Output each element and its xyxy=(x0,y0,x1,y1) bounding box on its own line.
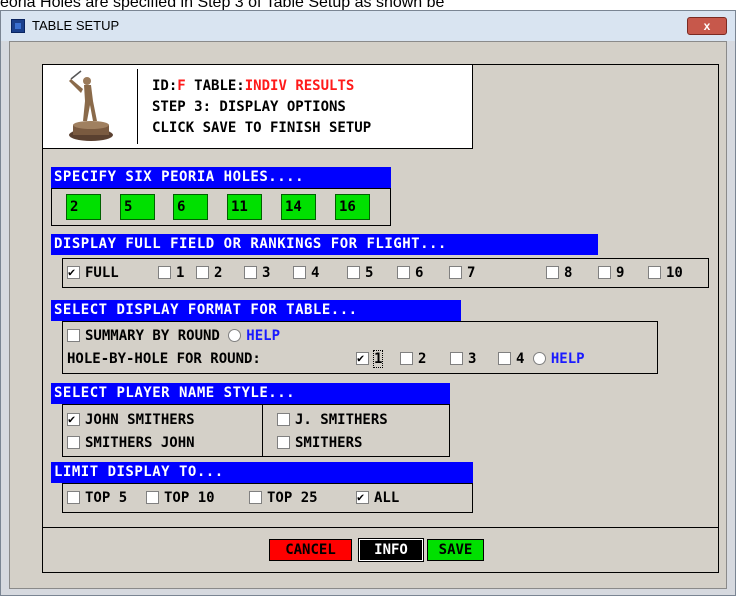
help2-radio[interactable] xyxy=(532,352,546,365)
checkbox-round-2[interactable] xyxy=(400,352,413,365)
limit-option-top-5[interactable]: TOP 5 xyxy=(67,489,127,507)
header-text: ID:F TABLE:INDIV RESULTS STEP 3: DISPLAY… xyxy=(152,76,371,139)
checkbox-smithers[interactable] xyxy=(277,436,290,449)
checkbox-round-1[interactable] xyxy=(356,349,369,367)
save-button[interactable]: SAVE xyxy=(427,539,484,561)
checkbox-top-10[interactable] xyxy=(146,491,159,504)
close-button[interactable]: x xyxy=(687,17,727,35)
window-title: TABLE SETUP xyxy=(32,18,120,33)
name-option-smithers[interactable]: SMITHERS xyxy=(277,434,362,452)
help-link[interactable]: HELP xyxy=(246,328,280,344)
option-full[interactable]: FULL xyxy=(67,263,119,282)
step-line: STEP 3: DISPLAY OPTIONS xyxy=(152,99,346,115)
title-bar[interactable]: TABLE SETUP x xyxy=(1,11,735,41)
option-flight-9[interactable]: 9 xyxy=(598,264,624,282)
limit-option-all[interactable]: ALL xyxy=(356,488,399,507)
option-flight-4[interactable]: 4 xyxy=(293,264,319,282)
option-flight-1[interactable]: 1 xyxy=(158,264,184,282)
name-option-j-smithers[interactable]: J. SMITHERS xyxy=(277,411,388,429)
option-flight-5[interactable]: 5 xyxy=(347,264,373,282)
limit-option-top-10[interactable]: TOP 10 xyxy=(146,489,215,507)
checkbox-flight-5[interactable] xyxy=(347,266,360,279)
checkbox-flight-8[interactable] xyxy=(546,266,559,279)
checkbox-flight-2[interactable] xyxy=(196,266,209,279)
flight-heading: DISPLAY FULL FIELD OR RANKINGS FOR FLIGH… xyxy=(51,234,598,255)
round-3-option[interactable]: 3 xyxy=(450,350,476,368)
table-id: F xyxy=(177,78,186,94)
peoria-hole-3[interactable]: 6 xyxy=(173,194,208,220)
summary-option[interactable]: SUMMARY BY ROUND HELP xyxy=(67,327,280,345)
checkbox-all[interactable] xyxy=(356,488,369,506)
app-icon xyxy=(11,19,25,33)
option-flight-6[interactable]: 6 xyxy=(397,264,423,282)
header-id-line: ID:F TABLE:INDIV RESULTS xyxy=(152,78,355,94)
checkbox-summary[interactable] xyxy=(67,329,80,342)
help2-link[interactable]: HELP xyxy=(551,351,585,367)
checkbox-flight-4[interactable] xyxy=(293,266,306,279)
checkbox-flight-9[interactable] xyxy=(598,266,611,279)
info-button[interactable]: INFO xyxy=(358,538,424,562)
instruction-line: CLICK SAVE TO FINISH SETUP xyxy=(152,120,372,136)
checkbox-round-3[interactable] xyxy=(450,352,463,365)
peoria-hole-6[interactable]: 16 xyxy=(335,194,370,220)
cancel-button[interactable]: CANCEL xyxy=(269,539,352,561)
name-style-divider xyxy=(262,404,263,457)
peoria-hole-5[interactable]: 14 xyxy=(281,194,316,220)
help-radio[interactable] xyxy=(228,329,242,342)
checkbox-flight-10[interactable] xyxy=(648,266,661,279)
checkbox-top-25[interactable] xyxy=(249,491,262,504)
peoria-hole-1[interactable]: 2 xyxy=(66,194,101,220)
checkbox-full[interactable] xyxy=(67,263,80,281)
option-flight-8[interactable]: 8 xyxy=(546,264,572,282)
option-flight-3[interactable]: 3 xyxy=(244,264,270,282)
checkbox-flight-6[interactable] xyxy=(397,266,410,279)
checkbox-flight-3[interactable] xyxy=(244,266,257,279)
option-flight-2[interactable]: 2 xyxy=(196,264,222,282)
name-option-john-smithers[interactable]: JOHN SMITHERS xyxy=(67,410,195,429)
option-flight-10[interactable]: 10 xyxy=(648,264,683,282)
checkbox-smithers-john[interactable] xyxy=(67,436,80,449)
hole-by-hole-label: HOLE-BY-HOLE FOR ROUND: xyxy=(67,351,261,367)
peoria-hole-2[interactable]: 5 xyxy=(120,194,155,220)
table-name: INDIV RESULTS xyxy=(244,78,355,94)
limit-option-top-25[interactable]: TOP 25 xyxy=(249,489,318,507)
limit-heading: LIMIT DISPLAY TO... xyxy=(51,462,473,483)
option-flight-7[interactable]: 7 xyxy=(449,264,475,282)
name-style-heading: SELECT PLAYER NAME STYLE... xyxy=(51,383,450,404)
checkbox-flight-1[interactable] xyxy=(158,266,171,279)
checkbox-john-smithers[interactable] xyxy=(67,410,80,428)
footer-divider xyxy=(42,527,719,528)
round-2-option[interactable]: 2 xyxy=(400,350,426,368)
checkbox-flight-7[interactable] xyxy=(449,266,462,279)
golfer-trophy-icon xyxy=(47,69,138,144)
checkbox-round-4[interactable] xyxy=(498,352,511,365)
checkbox-j-smithers[interactable] xyxy=(277,413,290,426)
name-option-smithers-john[interactable]: SMITHERS JOHN xyxy=(67,434,195,452)
format-heading: SELECT DISPLAY FORMAT FOR TABLE... xyxy=(51,300,461,321)
checkbox-top-5[interactable] xyxy=(67,491,80,504)
peoria-hole-4[interactable]: 11 xyxy=(227,194,262,220)
peoria-heading: SPECIFY SIX PEORIA HOLES.... xyxy=(51,167,391,188)
round-4-option[interactable]: 4 HELP xyxy=(498,350,585,368)
round-1-option[interactable]: 1 xyxy=(356,349,384,368)
